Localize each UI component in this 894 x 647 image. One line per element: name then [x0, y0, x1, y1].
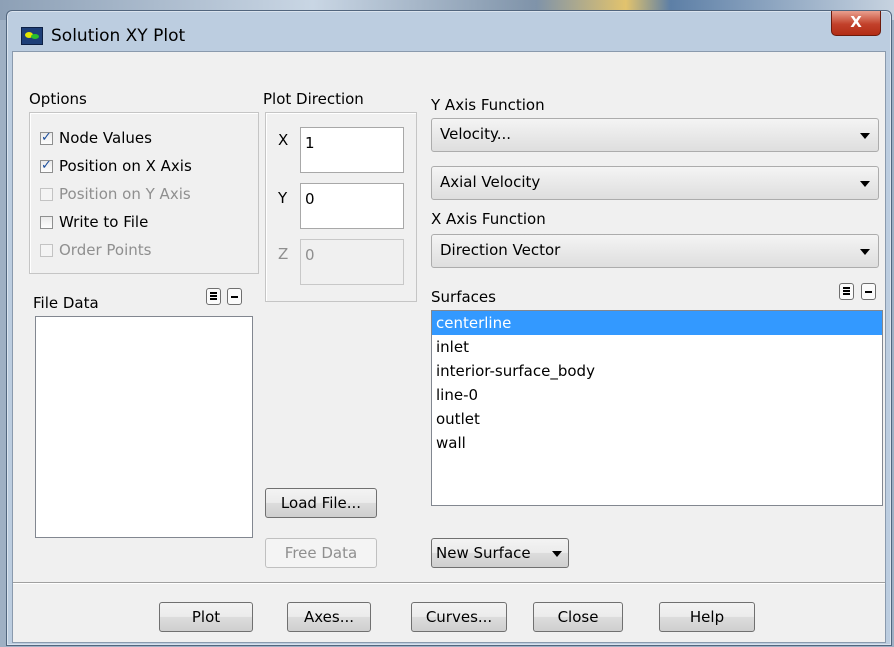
list-item[interactable]: inlet — [432, 335, 882, 359]
select-all-surfaces-icon[interactable] — [839, 283, 854, 300]
z-label: Z — [278, 245, 289, 263]
surfaces-list[interactable]: centerline inlet interior-surface_body l… — [431, 310, 883, 506]
new-surface-dropdown[interactable]: New Surface — [431, 538, 569, 568]
deselect-all-files-icon[interactable] — [227, 288, 242, 305]
free-data-button: Free Data — [265, 538, 377, 568]
deselect-all-surfaces-icon[interactable] — [861, 283, 876, 300]
checkbox-box[interactable] — [40, 158, 53, 173]
list-item[interactable]: wall — [432, 431, 882, 455]
checkbox-label: Write to File — [59, 213, 149, 231]
chevron-down-icon — [860, 249, 870, 255]
dialog-body: Options Node Values Position on X Axis P… — [12, 51, 886, 643]
select-value: Axial Velocity — [440, 173, 541, 191]
file-data-list[interactable] — [35, 316, 253, 538]
list-item[interactable]: outlet — [432, 407, 882, 431]
list-item[interactable]: centerline — [432, 311, 882, 335]
list-item[interactable]: line-0 — [432, 383, 882, 407]
help-button[interactable]: Help — [659, 602, 755, 632]
chevron-down-icon — [860, 181, 870, 187]
close-button[interactable]: Close — [533, 602, 623, 632]
select-all-files-icon[interactable] — [206, 288, 221, 305]
checkbox-label: Position on Y Axis — [59, 185, 191, 203]
y-direction-input[interactable]: 0 — [300, 183, 404, 229]
checkbox-box — [40, 243, 53, 257]
x-axis-function-select[interactable]: Direction Vector — [431, 234, 879, 268]
axes-button[interactable]: Axes... — [287, 602, 371, 632]
chevron-down-icon — [552, 551, 562, 557]
app-icon — [21, 27, 43, 45]
position-on-x-axis-checkbox[interactable]: Position on X Axis — [40, 155, 192, 177]
plot-direction-group: X 1 Y 0 Z 0 — [265, 112, 417, 302]
options-label: Options — [29, 90, 87, 108]
select-value: Velocity... — [440, 125, 512, 143]
x-label: X — [278, 131, 289, 149]
y-axis-function-label: Y Axis Function — [431, 96, 545, 114]
chevron-down-icon — [860, 133, 870, 139]
options-group: Node Values Position on X Axis Position … — [29, 112, 259, 274]
checkbox-box[interactable] — [40, 215, 53, 229]
x-direction-input[interactable]: 1 — [300, 127, 404, 173]
position-on-y-axis-checkbox: Position on Y Axis — [40, 183, 191, 205]
z-direction-input: 0 — [300, 239, 404, 285]
y-label: Y — [278, 189, 288, 207]
write-to-file-checkbox[interactable]: Write to File — [40, 211, 148, 233]
title-bar[interactable]: Solution XY Plot X — [7, 11, 891, 53]
select-value: Direction Vector — [440, 241, 561, 259]
node-values-checkbox[interactable]: Node Values — [40, 127, 152, 149]
y-axis-quantity-select[interactable]: Axial Velocity — [431, 166, 879, 200]
divider — [13, 582, 885, 584]
x-axis-function-label: X Axis Function — [431, 210, 546, 228]
plot-direction-label: Plot Direction — [263, 90, 364, 108]
close-window-button[interactable]: X — [831, 11, 881, 36]
checkbox-box — [40, 187, 53, 201]
file-data-label: File Data — [33, 294, 99, 312]
checkbox-label: Order Points — [59, 241, 152, 259]
checkbox-label: Position on X Axis — [59, 157, 192, 175]
solution-xy-plot-dialog: Solution XY Plot X Options Node Values P… — [6, 10, 892, 646]
order-points-checkbox: Order Points — [40, 239, 151, 261]
curves-button[interactable]: Curves... — [411, 602, 507, 632]
y-axis-category-select[interactable]: Velocity... — [431, 118, 879, 152]
plot-button[interactable]: Plot — [159, 602, 253, 632]
checkbox-label: Node Values — [59, 129, 152, 147]
list-item[interactable]: interior-surface_body — [432, 359, 882, 383]
checkbox-box[interactable] — [40, 130, 53, 145]
load-file-button[interactable]: Load File... — [265, 488, 377, 518]
dropdown-label: New Surface — [436, 544, 531, 562]
window-title: Solution XY Plot — [51, 26, 186, 46]
surfaces-label: Surfaces — [431, 288, 496, 306]
